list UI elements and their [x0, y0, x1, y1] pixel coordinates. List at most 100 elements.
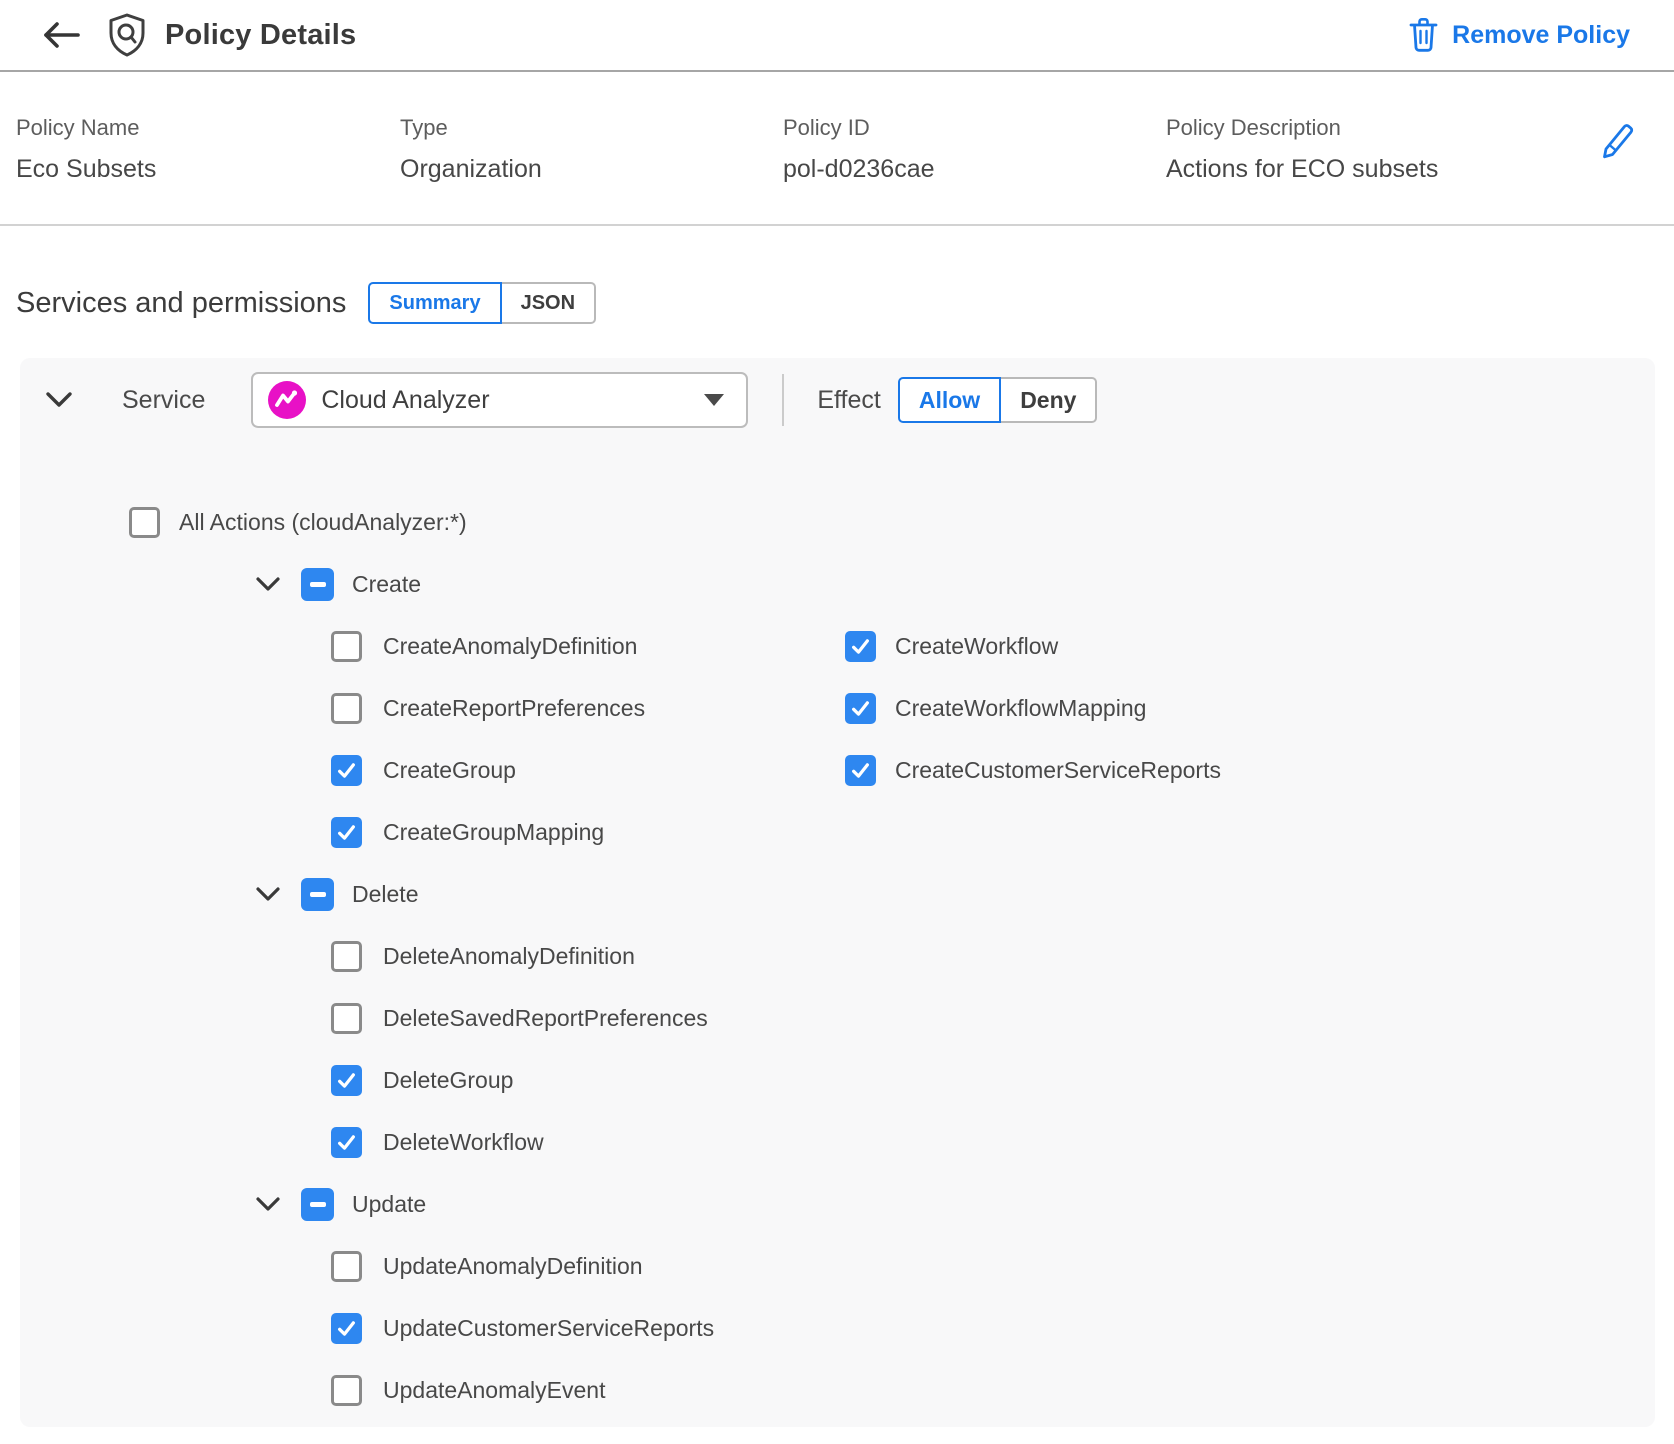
action-label: CreateReportPreferences	[383, 695, 645, 722]
checkbox-CreateGroupMapping[interactable]	[331, 817, 362, 848]
checkbox-CreateCustomerServiceReports[interactable]	[845, 755, 876, 786]
checkbox-CreateWorkflowMapping[interactable]	[845, 693, 876, 724]
action-item-CreateWorkflowMapping[interactable]: CreateWorkflowMapping	[845, 677, 1146, 739]
action-label: CreateCustomerServiceReports	[895, 757, 1221, 784]
policy-info-strip: Policy Name Eco Subsets Type Organizatio…	[0, 72, 1674, 226]
service-label: Service	[122, 386, 205, 415]
checkbox-all-actions[interactable]	[129, 507, 160, 538]
policy-details-page: Policy Details Remove Policy Policy Name…	[0, 0, 1674, 1444]
permissions-heading: Services and permissions	[16, 287, 346, 320]
view-toggle: Summary JSON	[368, 282, 596, 324]
action-label: UpdateCustomerServiceReports	[383, 1315, 714, 1342]
service-row: Service Cloud Analyzer Effect Allow Deny	[20, 372, 1655, 428]
header-bar: Policy Details Remove Policy	[0, 0, 1674, 72]
action-item-DeleteWorkflow[interactable]: DeleteWorkflow	[20, 1127, 544, 1158]
tree-row[interactable]: CreateGroup CreateCustomerServiceReports	[20, 739, 1655, 801]
tree-row[interactable]: CreateGroupMapping	[20, 801, 1655, 863]
action-item-CreateAnomalyDefinition[interactable]: CreateAnomalyDefinition	[20, 631, 637, 662]
remove-policy-button[interactable]: Remove Policy	[1408, 17, 1630, 53]
action-label: UpdateAnomalyDefinition	[383, 1253, 643, 1280]
action-label: Delete	[352, 881, 418, 908]
action-label: CreateGroupMapping	[383, 819, 604, 846]
action-label: Update	[352, 1191, 426, 1218]
field-value: Organization	[400, 155, 783, 184]
effect-allow-button[interactable]: Allow	[898, 377, 1001, 423]
tree-row[interactable]: DeleteSavedReportPreferences	[20, 987, 1655, 1049]
action-item-DeleteGroup[interactable]: DeleteGroup	[20, 1065, 513, 1096]
checkbox-UpdateCustomerServiceReports[interactable]	[331, 1313, 362, 1344]
pencil-icon[interactable]	[1596, 118, 1636, 162]
checkbox-DeleteWorkflow[interactable]	[331, 1127, 362, 1158]
chevron-down-icon[interactable]	[255, 576, 281, 593]
policy-type-field: Type Organization	[400, 115, 783, 184]
policy-name-field: Policy Name Eco Subsets	[16, 115, 400, 184]
checkbox-DeleteGroup[interactable]	[331, 1065, 362, 1096]
action-item-UpdateAnomalyDefinition[interactable]: UpdateAnomalyDefinition	[20, 1251, 643, 1282]
action-item-CreateWorkflow[interactable]: CreateWorkflow	[845, 615, 1058, 677]
action-item-UpdateCustomerServiceReports[interactable]: UpdateCustomerServiceReports	[20, 1313, 714, 1344]
policy-id-field: Policy ID pol-d0236cae	[783, 115, 1166, 184]
trash-icon	[1408, 17, 1439, 53]
action-label: Create	[352, 571, 421, 598]
tree-row[interactable]: UpdateAnomalyDefinition	[20, 1235, 1655, 1297]
action-label: UpdateAnomalyEvent	[383, 1377, 605, 1404]
checkbox-CreateReportPreferences[interactable]	[331, 693, 362, 724]
cloud-analyzer-icon	[267, 380, 307, 420]
permissions-header: Services and permissions Summary JSON	[0, 282, 1674, 324]
tree-row[interactable]: UpdateCustomerServiceReports	[20, 1297, 1655, 1359]
permissions-panel: Service Cloud Analyzer Effect Allow Deny…	[20, 358, 1655, 1427]
tree-row[interactable]: DeleteWorkflow	[20, 1111, 1655, 1173]
checkbox-UpdateAnomalyDefinition[interactable]	[331, 1251, 362, 1282]
effect-label: Effect	[817, 386, 880, 415]
tree-row-group-create[interactable]: Create	[20, 553, 1655, 615]
action-item-CreateGroup[interactable]: CreateGroup	[20, 755, 516, 786]
checkbox-CreateGroup[interactable]	[331, 755, 362, 786]
field-label: Policy Name	[16, 115, 400, 141]
page-title: Policy Details	[165, 19, 356, 52]
action-item-CreateReportPreferences[interactable]: CreateReportPreferences	[20, 693, 645, 724]
checkbox-DeleteAnomalyDefinition[interactable]	[331, 941, 362, 972]
field-label: Type	[400, 115, 783, 141]
service-dropdown[interactable]: Cloud Analyzer	[251, 372, 748, 428]
action-item-DeleteSavedReportPreferences[interactable]: DeleteSavedReportPreferences	[20, 1003, 708, 1034]
action-label: CreateWorkflowMapping	[895, 695, 1146, 722]
field-label: Policy ID	[783, 115, 1166, 141]
action-item-CreateCustomerServiceReports[interactable]: CreateCustomerServiceReports	[845, 739, 1221, 801]
tree-row[interactable]: UpdateAnomalyEvent	[20, 1359, 1655, 1421]
checkbox-Delete[interactable]	[301, 878, 334, 911]
tree-row[interactable]: CreateReportPreferences CreateWorkflowMap…	[20, 677, 1655, 739]
field-value: Eco Subsets	[16, 155, 400, 184]
checkbox-Update[interactable]	[301, 1188, 334, 1221]
action-label: CreateWorkflow	[895, 633, 1058, 660]
tab-summary[interactable]: Summary	[368, 282, 501, 324]
checkbox-UpdateAnomalyEvent[interactable]	[331, 1375, 362, 1406]
service-dropdown-value: Cloud Analyzer	[321, 386, 489, 415]
chevron-down-icon[interactable]	[45, 391, 73, 409]
tree-row[interactable]: DeleteGroup	[20, 1049, 1655, 1111]
action-item-CreateGroupMapping[interactable]: CreateGroupMapping	[20, 817, 604, 848]
effect-toggle: Allow Deny	[898, 377, 1098, 423]
checkbox-CreateWorkflow[interactable]	[845, 631, 876, 662]
back-arrow-icon[interactable]	[40, 20, 82, 50]
checkbox-CreateAnomalyDefinition[interactable]	[331, 631, 362, 662]
checkbox-DeleteSavedReportPreferences[interactable]	[331, 1003, 362, 1034]
action-label: DeleteWorkflow	[383, 1129, 544, 1156]
effect-deny-button[interactable]: Deny	[1001, 377, 1097, 423]
chevron-down-icon[interactable]	[255, 1196, 281, 1213]
tree-row-group-delete[interactable]: Delete	[20, 863, 1655, 925]
action-label: CreateGroup	[383, 757, 516, 784]
caret-down-icon	[704, 394, 724, 406]
tab-json[interactable]: JSON	[502, 282, 596, 324]
actions-tree: All Actions (cloudAnalyzer:*) Create Creat…	[20, 491, 1655, 1421]
tree-row[interactable]: CreateAnomalyDefinition CreateWorkflow	[20, 615, 1655, 677]
action-item-UpdateAnomalyEvent[interactable]: UpdateAnomalyEvent	[20, 1375, 605, 1406]
tree-row-all-actions[interactable]: All Actions (cloudAnalyzer:*)	[20, 491, 1655, 553]
chevron-down-icon[interactable]	[255, 886, 281, 903]
action-label: DeleteSavedReportPreferences	[383, 1005, 708, 1032]
tree-row-group-update[interactable]: Update	[20, 1173, 1655, 1235]
action-label: CreateAnomalyDefinition	[383, 633, 637, 660]
vertical-divider	[782, 374, 784, 426]
action-item-DeleteAnomalyDefinition[interactable]: DeleteAnomalyDefinition	[20, 941, 635, 972]
tree-row[interactable]: DeleteAnomalyDefinition	[20, 925, 1655, 987]
checkbox-Create[interactable]	[301, 568, 334, 601]
